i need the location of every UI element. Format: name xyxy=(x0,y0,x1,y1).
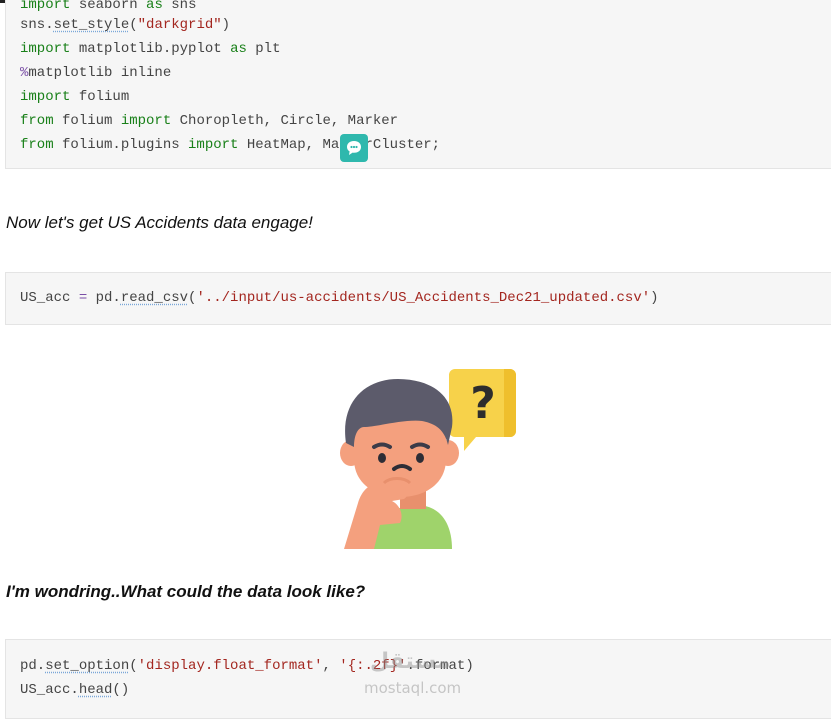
code-line: import matplotlib.pyplot as plt xyxy=(20,41,280,57)
code-line: US_acc = pd.read_csv('../input/us-accide… xyxy=(20,290,659,306)
code-token: ( xyxy=(129,17,138,33)
code-line: US_acc.head() xyxy=(20,682,129,698)
code-token: pd. xyxy=(20,658,46,674)
code-line: import folium xyxy=(20,89,129,105)
code-token: US_acc. xyxy=(20,682,79,698)
code-token: Choropleth, Circle, Marker xyxy=(171,113,399,129)
code-token: , xyxy=(322,658,340,674)
code-token: matplotlib.pyplot xyxy=(70,41,231,57)
code-cell-read-csv[interactable]: US_acc = pd.read_csv('../input/us-accide… xyxy=(5,272,831,325)
code-token: from xyxy=(20,137,54,153)
code-token: ) xyxy=(650,290,659,306)
assistant-bubble-button[interactable] xyxy=(340,134,368,162)
markdown-intro-text: Now let's get US Accidents data engage! xyxy=(6,213,313,232)
code-token: import xyxy=(20,0,71,13)
code-token: ( xyxy=(129,658,138,674)
code-token: "darkgrid" xyxy=(137,17,222,33)
thinking-boy-question-icon: ? xyxy=(340,369,516,549)
watermark-arabic: مستقل xyxy=(370,649,451,674)
code-token: folium.plugins xyxy=(53,137,189,153)
watermark-latin: mostaql.com xyxy=(364,679,462,697)
markdown-wonder-text: I'm wondring..What could the data look l… xyxy=(6,582,366,601)
code-line: sns.set_style("darkgrid") xyxy=(20,17,230,33)
code-token: sns xyxy=(162,0,197,13)
code-token: import xyxy=(20,89,71,105)
chat-bubble-icon xyxy=(347,141,361,155)
code-token: pd. xyxy=(87,290,121,306)
mostaql-watermark: مستقل mostaql.com xyxy=(362,649,472,705)
code-token: sns. xyxy=(20,17,54,33)
code-token: matplotlib xyxy=(28,65,113,81)
code-line: from folium.plugins import HeatMap, Mark… xyxy=(20,137,440,153)
code-token: '../input/us-accidents/US_Accidents_Dec2… xyxy=(196,290,651,306)
question-mark: ? xyxy=(470,378,496,429)
code-token: set_option xyxy=(45,658,130,674)
code-token: import xyxy=(20,41,71,57)
code-token: import xyxy=(120,113,172,129)
code-token: from xyxy=(20,113,54,129)
code-token: US_acc xyxy=(20,290,79,306)
code-line: from folium import Choropleth, Circle, M… xyxy=(20,113,398,129)
code-token: () xyxy=(112,682,130,698)
code-token: folium xyxy=(53,113,121,129)
code-token: = xyxy=(78,290,88,306)
code-token: 'display.float_format' xyxy=(137,658,323,674)
code-token: as xyxy=(230,41,247,57)
code-token: set_style xyxy=(53,17,130,33)
code-token: folium xyxy=(70,89,130,105)
code-token: inline xyxy=(112,65,172,81)
code-token: read_csv xyxy=(120,290,189,306)
code-line: %matplotlib inline xyxy=(20,65,171,81)
code-token: seaborn xyxy=(70,0,147,13)
code-token: import xyxy=(188,137,239,153)
code-token: head xyxy=(78,682,113,698)
code-cell-imports[interactable]: import seaborn as sns sns.set_style("dar… xyxy=(5,0,831,169)
code-line: import seaborn as sns xyxy=(20,0,196,13)
code-token: ) xyxy=(221,17,231,33)
code-token: plt xyxy=(246,41,281,57)
code-token: as xyxy=(146,0,163,13)
